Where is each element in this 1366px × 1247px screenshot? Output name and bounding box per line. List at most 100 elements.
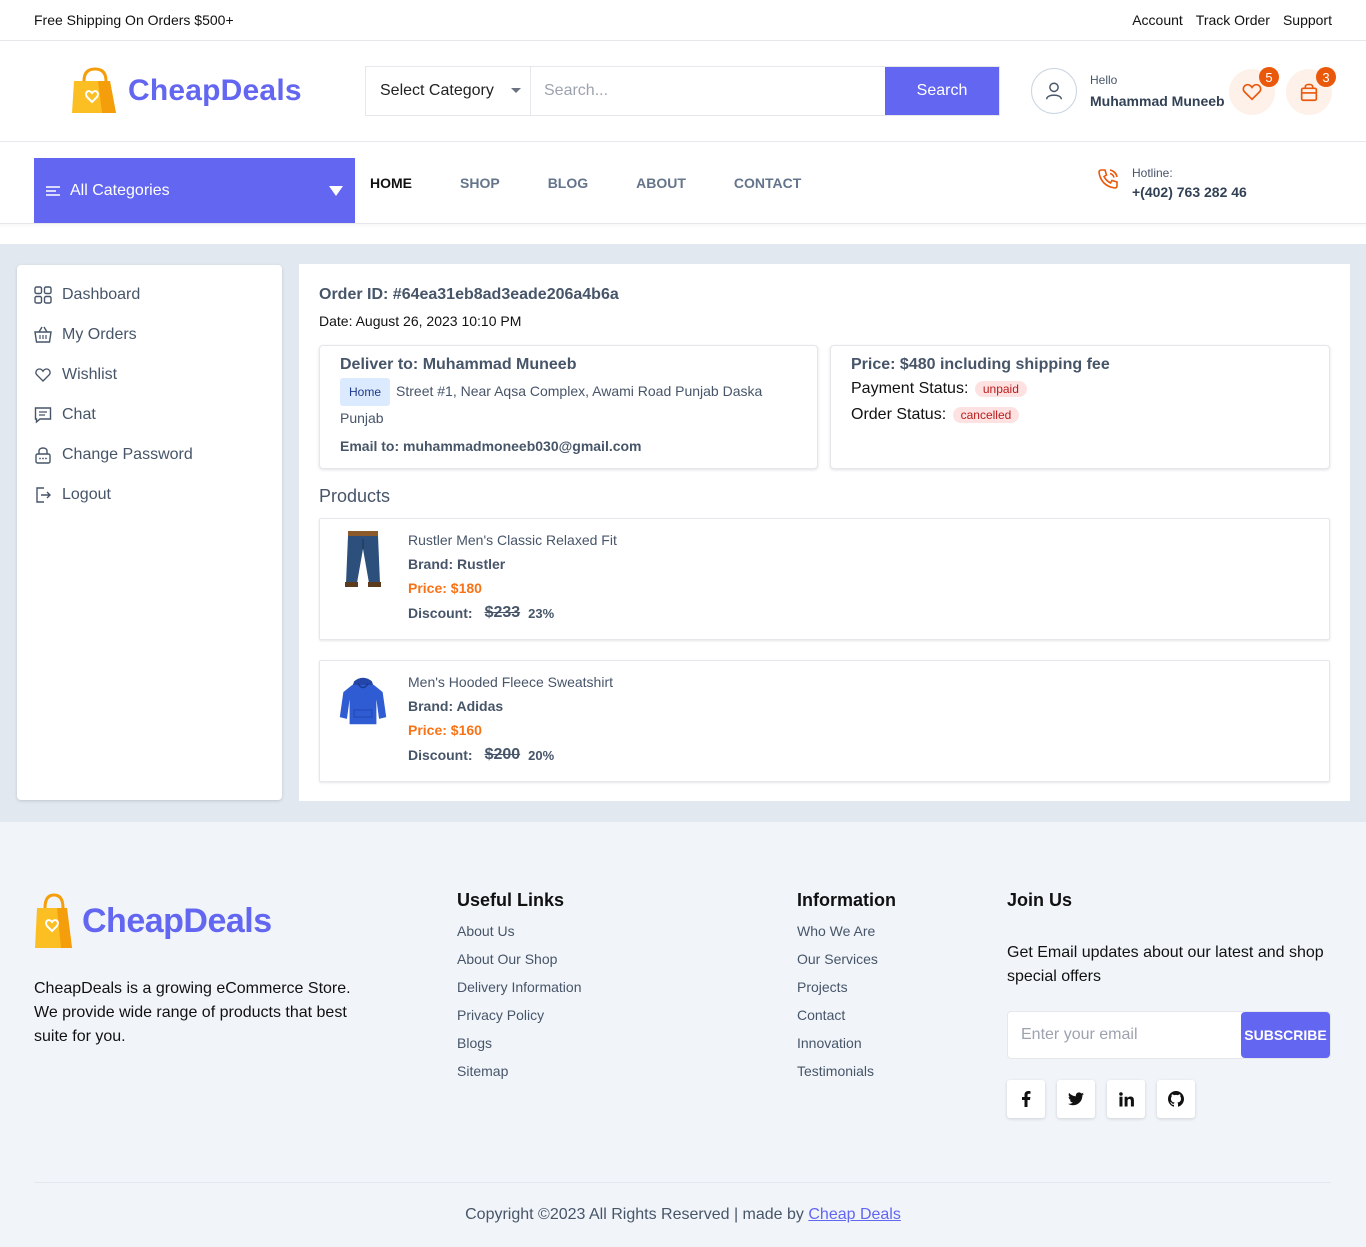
order-status-badge: cancelled [952, 407, 1020, 423]
product-price: Price: $160 [408, 722, 482, 738]
sidebar-item-chat[interactable]: Chat [17, 395, 282, 435]
order-status-label: Order Status: [851, 406, 947, 423]
user-name: Muhammad Muneeb [1090, 93, 1225, 109]
sidebar-item-label: My Orders [62, 326, 137, 343]
search-button[interactable]: Search [885, 67, 999, 115]
join-title: Join Us [1007, 890, 1073, 910]
sidebar-item-label: Wishlist [62, 366, 118, 383]
information-column: Information Who We Are Our Services Proj… [797, 890, 896, 1091]
cart-count-badge: 3 [1316, 67, 1336, 87]
order-status-row: Order Status: cancelled [851, 406, 1309, 424]
cart-button[interactable]: 3 [1286, 67, 1336, 115]
sidebar-item-logout[interactable]: Logout [17, 475, 282, 515]
lock-icon [34, 446, 52, 464]
caret-down-icon [511, 88, 521, 93]
footer-link[interactable]: Projects [797, 979, 896, 1007]
avatar[interactable] [1031, 68, 1077, 114]
facebook-icon[interactable] [1007, 1080, 1045, 1118]
footer-link[interactable]: Delivery Information [457, 979, 582, 1007]
logo[interactable]: CheapDeals [70, 67, 302, 115]
category-select[interactable]: Select Category [366, 67, 531, 115]
order-price: Price: $480 including shipping fee [851, 356, 1110, 373]
nav-about[interactable]: ABOUT [636, 175, 686, 191]
footer-link[interactable]: Privacy Policy [457, 1007, 582, 1035]
account-link[interactable]: Account [1132, 12, 1183, 28]
footer-link[interactable]: Testimonials [797, 1063, 896, 1091]
footer-logo-text: CheapDeals [82, 901, 272, 940]
nav-menu: HOME SHOP BLOG ABOUT CONTACT [370, 175, 849, 191]
shopping-bag-icon [1300, 83, 1318, 102]
main-area: Dashboard My Orders Wishlist Chat Change… [0, 244, 1366, 822]
social-links [1007, 1080, 1195, 1118]
search-input[interactable] [531, 67, 885, 115]
subscribe-form: SUBSCRIBE [1007, 1011, 1331, 1059]
hotline: Hotline: +(402) 763 282 46 [1096, 166, 1247, 200]
footer: CheapDeals CheapDeals is a growing eComm… [0, 822, 1366, 1247]
linkedin-icon[interactable] [1107, 1080, 1145, 1118]
category-select-label: Select Category [380, 82, 494, 99]
grid-icon [34, 286, 52, 304]
product-item[interactable]: Men's Hooded Fleece Sweatshirt Brand: Ad… [319, 660, 1330, 782]
nav-contact[interactable]: CONTACT [734, 175, 801, 191]
footer-link[interactable]: Sitemap [457, 1063, 582, 1091]
track-order-link[interactable]: Track Order [1196, 12, 1270, 28]
all-categories-button[interactable]: All Categories [34, 158, 355, 223]
sidebar-item-my-orders[interactable]: My Orders [17, 315, 282, 355]
chat-icon [34, 406, 52, 424]
basket-icon [34, 326, 52, 344]
footer-link[interactable]: Who We Are [797, 923, 896, 951]
footer-link[interactable]: Blogs [457, 1035, 582, 1063]
product-name[interactable]: Rustler Men's Classic Relaxed Fit [408, 532, 617, 548]
menu-lines-icon [46, 185, 60, 196]
join-text: Get Email updates about our latest and s… [1007, 944, 1324, 985]
twitter-icon[interactable] [1057, 1080, 1095, 1118]
discount-label: Discount: [408, 747, 473, 763]
wishlist-count-badge: 5 [1259, 67, 1279, 87]
sidebar-item-wishlist[interactable]: Wishlist [17, 355, 282, 395]
wishlist-button[interactable]: 5 [1229, 67, 1279, 115]
delivery-email: Email to: muhammadmoneeb030@gmail.com [340, 438, 642, 454]
shopping-bag-logo-icon [35, 893, 72, 948]
nav-blog[interactable]: BLOG [548, 175, 588, 191]
jeans-image [345, 531, 381, 587]
sidebar-item-change-password[interactable]: Change Password [17, 435, 282, 475]
footer-link[interactable]: Innovation [797, 1035, 896, 1063]
payment-status-row: Payment Status: unpaid [851, 380, 1309, 398]
main-navbar: All Categories HOME SHOP BLOG ABOUT CONT… [0, 142, 1366, 224]
email-input[interactable] [1008, 1012, 1241, 1058]
copyright: Copyright ©2023 All Rights Reserved | ma… [0, 1206, 1366, 1224]
discount-percent: 20% [528, 747, 555, 763]
product-item[interactable]: Rustler Men's Classic Relaxed Fit Brand:… [319, 518, 1330, 640]
footer-logo[interactable]: CheapDeals [34, 892, 272, 950]
footer-link[interactable]: Contact [797, 1007, 896, 1035]
payment-status-badge: unpaid [974, 381, 1027, 397]
copyright-text: Copyright ©2023 All Rights Reserved | ma… [465, 1206, 804, 1223]
discount-label: Discount: [408, 605, 473, 621]
footer-link[interactable]: About Our Shop [457, 951, 582, 979]
all-categories-label: All Categories [70, 181, 170, 199]
header: CheapDeals Select Category Search Hello … [0, 41, 1366, 142]
github-icon[interactable] [1157, 1080, 1195, 1118]
sidebar-item-dashboard[interactable]: Dashboard [17, 275, 282, 315]
logout-icon [34, 486, 52, 504]
free-shipping-text: Free Shipping On Orders $500+ [34, 12, 234, 28]
address-tag: Home [340, 378, 391, 406]
nav-home[interactable]: HOME [370, 175, 412, 191]
footer-link[interactable]: About Us [457, 923, 582, 951]
deliver-to: Deliver to: Muhammad Muneeb [340, 356, 577, 373]
old-price: $200 [484, 746, 521, 763]
information-title: Information [797, 890, 896, 910]
subscribe-button[interactable]: SUBSCRIBE [1241, 1012, 1330, 1058]
nav-shop[interactable]: SHOP [460, 175, 500, 191]
search-bar: Select Category Search [365, 66, 1000, 116]
order-date: Date: August 26, 2023 10:10 PM [319, 313, 522, 329]
footer-link[interactable]: Our Services [797, 951, 896, 979]
copyright-link[interactable]: Cheap Deals [808, 1206, 901, 1223]
product-name[interactable]: Men's Hooded Fleece Sweatshirt [408, 674, 613, 690]
top-links: Account Track Order Support [1132, 12, 1332, 28]
user-account[interactable]: Hello Muhammad Muneeb [1031, 68, 1225, 114]
support-link[interactable]: Support [1283, 12, 1332, 28]
sidebar-item-label: Chat [62, 406, 96, 423]
phone-icon [1098, 169, 1118, 189]
hotline-number: +(402) 763 282 46 [1132, 184, 1247, 200]
